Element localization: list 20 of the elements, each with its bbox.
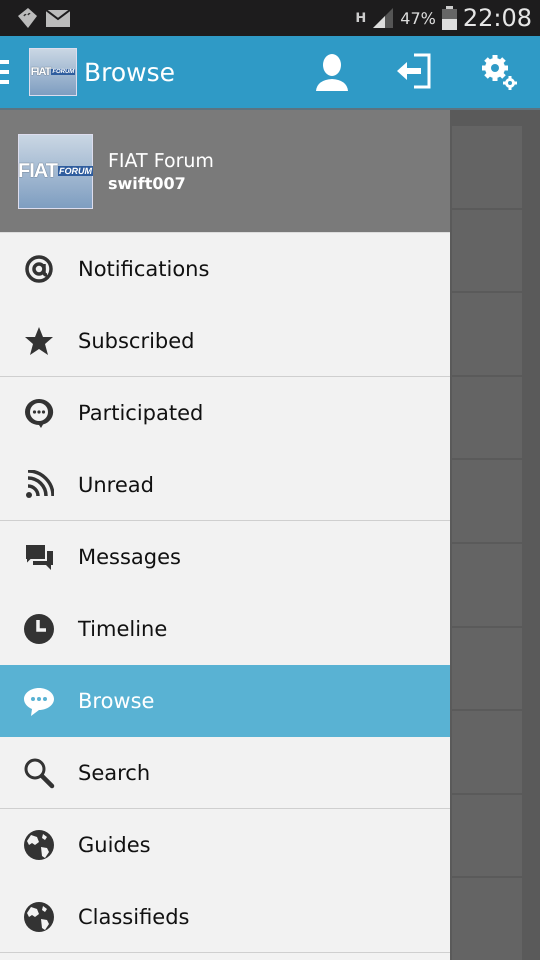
globe-icon	[23, 828, 55, 860]
mail-icon	[46, 10, 70, 26]
rss-icon	[24, 470, 54, 500]
network-type-label: H	[355, 10, 366, 26]
menu-icon[interactable]	[0, 60, 9, 84]
star-icon	[24, 326, 54, 356]
battery-percent: 47%	[400, 8, 436, 28]
globe-icon	[23, 900, 55, 932]
forum-name: FIAT Forum	[108, 150, 214, 172]
clock-icon	[23, 612, 55, 644]
username: swift007	[108, 174, 187, 192]
clock-time: 22:08	[462, 4, 532, 32]
search-icon	[23, 756, 55, 788]
settings-icon[interactable]	[480, 53, 518, 91]
signal-icon	[372, 8, 394, 28]
battery-icon	[442, 6, 457, 30]
profile-icon[interactable]	[314, 53, 350, 91]
at-icon	[23, 252, 55, 284]
speech-bubble-icon	[23, 396, 55, 428]
screen-title: Browse	[84, 58, 176, 86]
